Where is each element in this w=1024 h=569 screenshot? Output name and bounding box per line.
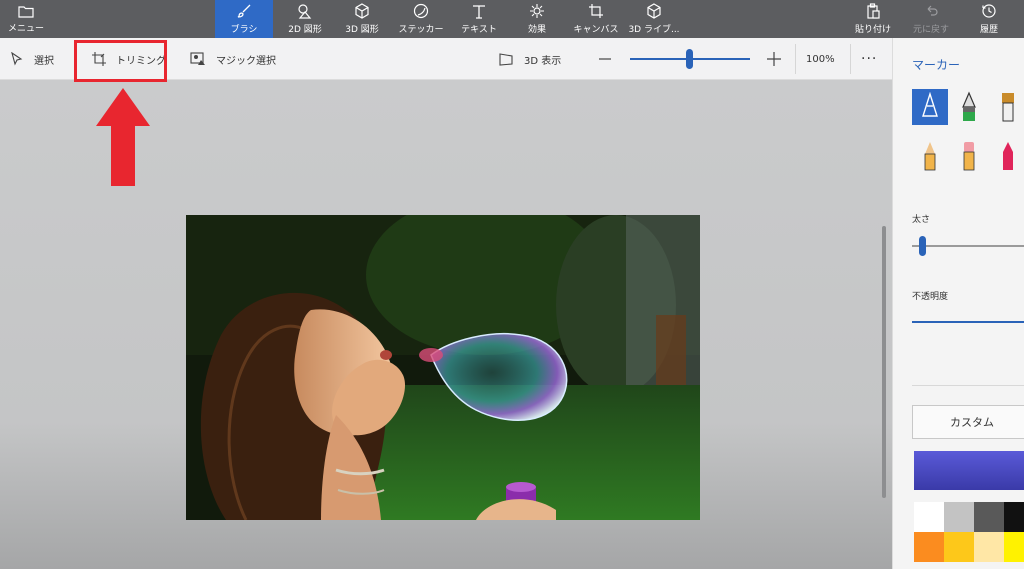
zoom-slider-thumb[interactable] [686,49,693,69]
tab-3d-library[interactable]: 3D ライブ... [626,0,682,38]
tab-brush-label: ブラシ [230,25,258,35]
tab-3d-shapes[interactable]: 3D 図形 [336,0,388,38]
magic-select-button[interactable]: マジック選択 [190,38,276,80]
tab-effects[interactable]: 効果 [512,0,562,38]
color-swatch-dark-gray[interactable] [974,502,1004,532]
bubble-photo [186,215,700,520]
custom-color-label: カスタム [950,416,994,429]
color-swatch-yellow[interactable] [1004,532,1024,562]
crayon-brush[interactable] [990,138,1024,174]
canvas-image[interactable] [186,215,700,520]
tab-2d-label: 2D 図形 [288,25,322,35]
tab-3dlib-label: 3D ライブ... [628,25,680,35]
vertical-scrollbar[interactable] [882,226,886,498]
3d-shapes-icon [355,3,369,19]
opacity-label: 不透明度 [912,292,949,302]
folder-icon [18,5,34,18]
size-slider[interactable] [912,245,1024,247]
brush-panel: マーカー 太さ 不透明度 カスタム [892,38,1024,569]
tab-canvas-label: キャンバス [573,25,619,35]
brush-icon [237,4,251,18]
annotation-highlight-box [74,40,167,82]
oil-brush-icon [1002,93,1014,122]
color-swatch-cream[interactable] [974,532,1004,562]
tab-brush[interactable]: ブラシ [215,0,273,38]
effects-icon [530,4,544,18]
panel-divider [912,385,1024,386]
oil-brush[interactable] [990,89,1024,125]
paste-button[interactable]: 貼り付け [846,0,900,38]
marker-icon [922,92,938,117]
calligraphy-pen-brush[interactable] [951,89,987,125]
cursor-icon [11,52,23,66]
menu-button[interactable]: メニュー [4,0,48,38]
view-3d-button[interactable]: 3D 表示 [498,38,561,80]
opacity-slider[interactable] [912,321,1024,323]
history-label: 履歴 [979,25,998,35]
color-swatch-orange[interactable] [914,532,944,562]
color-swatch-white[interactable] [914,502,944,532]
top-menu-bar: メニュー ブラシ 2D 図形 3D 図形 ステッカー テキスト 効果 キャンバス… [0,0,1024,38]
zoom-in-icon[interactable] [766,51,782,67]
annotation-arrow-icon [96,88,150,186]
eraser-icon [963,142,975,171]
crayon-icon [1003,142,1013,170]
tab-effects-label: 効果 [527,25,546,35]
eraser-brush[interactable] [951,138,987,174]
magic-select-icon [190,52,205,65]
pencil-icon [924,142,936,171]
undo-label: 元に戻す [912,25,949,35]
calligraphy-pen-icon [962,91,976,121]
panel-title: マーカー [912,58,961,72]
toolbar-divider [850,44,851,74]
tab-sticker-label: ステッカー [398,25,444,35]
current-color-swatch[interactable] [914,451,1024,490]
size-slider-thumb[interactable] [919,236,926,256]
sticker-icon [413,3,429,19]
color-swatch-gold[interactable] [944,532,974,562]
3d-library-icon [647,3,661,19]
undo-icon [927,5,938,16]
tab-text-label: テキスト [461,25,497,35]
history-button[interactable]: 履歴 [962,0,1016,38]
color-swatch-black[interactable] [1004,502,1024,532]
tab-sticker[interactable]: ステッカー [392,0,450,38]
zoom-out-icon[interactable] [598,49,612,69]
marker-brush[interactable] [912,89,948,125]
custom-color-button[interactable]: カスタム [912,405,1024,439]
canvas-icon [589,4,603,18]
color-swatch-light-gray[interactable] [944,502,974,532]
paste-label: 貼り付け [854,25,891,35]
2d-shapes-icon [298,4,312,19]
tab-3d-label: 3D 図形 [345,25,379,35]
tab-canvas[interactable]: キャンバス [568,0,624,38]
undo-button[interactable]: 元に戻す [904,0,958,38]
more-options-button[interactable]: ··· [861,38,877,80]
toolbar-divider [795,44,796,74]
tab-2d-shapes[interactable]: 2D 図形 [276,0,334,38]
size-label: 太さ [912,215,931,225]
text-icon [473,5,485,19]
menu-label: メニュー [7,23,44,34]
history-icon [982,4,996,18]
paste-icon [867,3,880,19]
pencil-brush[interactable] [912,138,948,174]
magic-select-label: マジック選択 [216,55,276,67]
view-3d-label: 3D 表示 [524,55,562,67]
select-button[interactable]: 選択 [10,38,54,80]
3d-view-icon [499,53,513,66]
select-label: 選択 [34,55,54,67]
tab-text[interactable]: テキスト [451,0,507,38]
zoom-percentage[interactable]: 100% [806,38,835,80]
